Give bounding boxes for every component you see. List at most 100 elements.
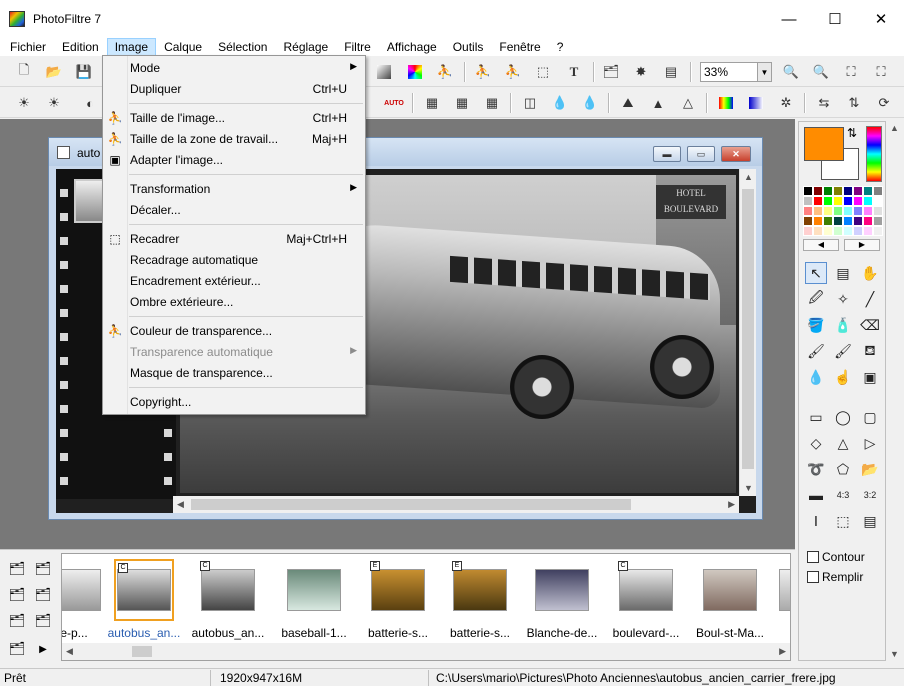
selection-mode-icon[interactable]: ▬ — [805, 484, 827, 506]
menu-edition[interactable]: Edition — [54, 38, 107, 56]
browse-save-icon[interactable]: 🗂 — [32, 584, 54, 606]
browse-play-icon[interactable]: ▶ — [32, 638, 54, 660]
menu-item-transformation[interactable]: Transformation ▶ — [103, 179, 365, 200]
thumbnail[interactable] — [700, 559, 760, 621]
triangle-right-shape-icon[interactable]: ▷ — [859, 432, 881, 454]
brush-tool-icon[interactable]: 🖌 — [805, 340, 827, 362]
color-swatch[interactable] — [863, 226, 873, 236]
rectangle-shape-icon[interactable]: ▭ — [805, 406, 827, 428]
browse-crop-icon[interactable]: 🗂 — [6, 610, 28, 632]
ratio-4-3-icon[interactable]: 4:3 — [832, 484, 854, 506]
menu-item-taille-de-l-image[interactable]: ⛹ Taille de l'image... Ctrl+H — [103, 108, 365, 129]
eyedropper-tool-icon[interactable]: 🖉 — [805, 288, 827, 310]
thumbnail[interactable]: E — [368, 559, 428, 621]
menu-outils[interactable]: Outils — [445, 38, 492, 56]
menu-fenetre[interactable]: Fenêtre — [491, 38, 548, 56]
remplir-checkbox[interactable] — [807, 571, 819, 583]
crop-frame-icon[interactable]: ⬚ — [832, 510, 854, 532]
window-frame-icon[interactable]: ▤ — [859, 510, 881, 532]
swap-colors-icon[interactable]: ⇅ — [847, 126, 857, 140]
menu-help[interactable]: ? — [549, 38, 572, 56]
close-button[interactable]: ✕ — [858, 0, 904, 38]
pointer-tool-icon[interactable]: ↖ — [805, 262, 827, 284]
blur-tool-icon[interactable]: 💧 — [805, 366, 827, 388]
color-swatch[interactable] — [873, 216, 883, 226]
color-swatch[interactable] — [873, 206, 883, 216]
color-swatch[interactable] — [873, 186, 883, 196]
crop-icon[interactable]: ⬚ — [533, 62, 553, 82]
advanced-brush-tool-icon[interactable]: 🖌 — [832, 340, 854, 362]
hand-tool-icon[interactable]: ✋ — [859, 262, 881, 284]
foreground-color-swatch[interactable] — [804, 127, 844, 161]
brightness-up-icon[interactable]: ☀ — [44, 93, 64, 113]
eraser-tool-icon[interactable]: ⌫ — [859, 314, 881, 336]
save-icon[interactable]: 💾 — [74, 62, 94, 82]
menu-item-dupliquer[interactable]: Dupliquer Ctrl+U — [103, 79, 365, 100]
new-file-icon[interactable]: 🗋 — [14, 62, 34, 82]
grayscale-icon[interactable] — [374, 62, 394, 82]
ellipse-shape-icon[interactable]: ◯ — [832, 406, 854, 428]
color-swatch[interactable] — [853, 206, 863, 216]
menu-item-masque-de-transparence[interactable]: Masque de transparence... — [103, 363, 365, 384]
transform-icon[interactable]: ✲ — [776, 93, 796, 113]
thumbnail[interactable] — [284, 559, 344, 621]
clone-tool-icon[interactable]: ▣ — [859, 366, 881, 388]
brightness-down-icon[interactable]: ☀ — [14, 93, 34, 113]
thumbnail[interactable]: E — [450, 559, 510, 621]
browse-export-icon[interactable]: 🗂 — [32, 610, 54, 632]
contour-checkbox[interactable] — [807, 551, 819, 563]
thumbnail[interactable]: C — [616, 559, 676, 621]
window-icon[interactable]: ▤ — [661, 62, 681, 82]
color-swatch[interactable] — [813, 186, 823, 196]
color-swatch[interactable] — [803, 186, 813, 196]
color-swatch[interactable] — [843, 196, 853, 206]
thumbnail[interactable]: C — [198, 559, 258, 621]
polygon-shape-icon[interactable]: ⬠ — [832, 458, 854, 480]
color-swatch[interactable] — [813, 206, 823, 216]
text-frame-icon[interactable]: Ⅰ — [805, 510, 827, 532]
menu-item-recadrer[interactable]: ⬚ Recadrer Maj+Ctrl+H — [103, 229, 365, 250]
color-swatch[interactable] — [853, 186, 863, 196]
menu-item-transparence-automatique[interactable]: Transparence automatique ▶ — [103, 342, 365, 363]
color-swatch[interactable] — [803, 196, 813, 206]
menu-filtre[interactable]: Filtre — [336, 38, 379, 56]
thumbnail-strip[interactable]: ◀ ▶ e-p... Cautobus_an... Cautobus_an... ba… — [61, 553, 791, 661]
fit-image-icon[interactable]: ⛹ — [503, 62, 523, 82]
doc-close-button[interactable]: ✕ — [721, 146, 751, 162]
mosaic-icon[interactable]: ▦ — [422, 93, 442, 113]
diamond-shape-icon[interactable]: ◇ — [805, 432, 827, 454]
zoom-select[interactable]: 33% ▼ — [700, 62, 772, 82]
menu-item-encadrement-exterieur[interactable]: Encadrement extérieur... — [103, 271, 365, 292]
lasso-shape-icon[interactable]: ➰ — [805, 458, 827, 480]
color-swatch[interactable] — [863, 206, 873, 216]
canvas-size-icon[interactable]: ⛹ — [473, 62, 493, 82]
color-swatch[interactable] — [873, 226, 883, 236]
menu-item-copyright[interactable]: Copyright... — [103, 392, 365, 413]
contour-option[interactable]: Contour — [807, 550, 865, 564]
color-swatch[interactable] — [833, 226, 843, 236]
color-swatch[interactable] — [813, 196, 823, 206]
color-swatch[interactable] — [843, 216, 853, 226]
text-icon[interactable]: T — [564, 62, 584, 82]
thumbnail[interactable] — [62, 559, 104, 621]
flip-vertical-icon[interactable]: ⇅ — [844, 93, 864, 113]
color-swatch[interactable] — [833, 206, 843, 216]
color-swatch[interactable] — [833, 186, 843, 196]
rounded-rect-shape-icon[interactable]: ▢ — [859, 406, 881, 428]
blur-icon[interactable]: ◫ — [520, 93, 540, 113]
vertical-scrollbar[interactable]: ▲ ▼ — [739, 169, 756, 496]
color-swatch[interactable] — [823, 216, 833, 226]
color-swatch[interactable] — [843, 186, 853, 196]
stamp-tool-icon[interactable]: ⛾ — [859, 340, 881, 362]
palette-prev-button[interactable]: ◀ — [803, 239, 839, 251]
contrast-icon[interactable]: ◐ — [80, 93, 100, 113]
flip-horizontal-icon[interactable]: ⇆ — [814, 93, 834, 113]
menu-calque[interactable]: Calque — [156, 38, 210, 56]
menu-item-couleur-de-transparence[interactable]: ⛹ Couleur de transparence... — [103, 321, 365, 342]
palette-scrollbar[interactable]: ▲ ▼ — [887, 121, 902, 661]
open-folder-icon[interactable]: 📂 — [44, 62, 64, 82]
gradient-icon[interactable] — [716, 93, 736, 113]
color-swatch[interactable] — [833, 216, 843, 226]
thumbnail[interactable] — [776, 559, 790, 621]
color-swatch[interactable] — [853, 216, 863, 226]
